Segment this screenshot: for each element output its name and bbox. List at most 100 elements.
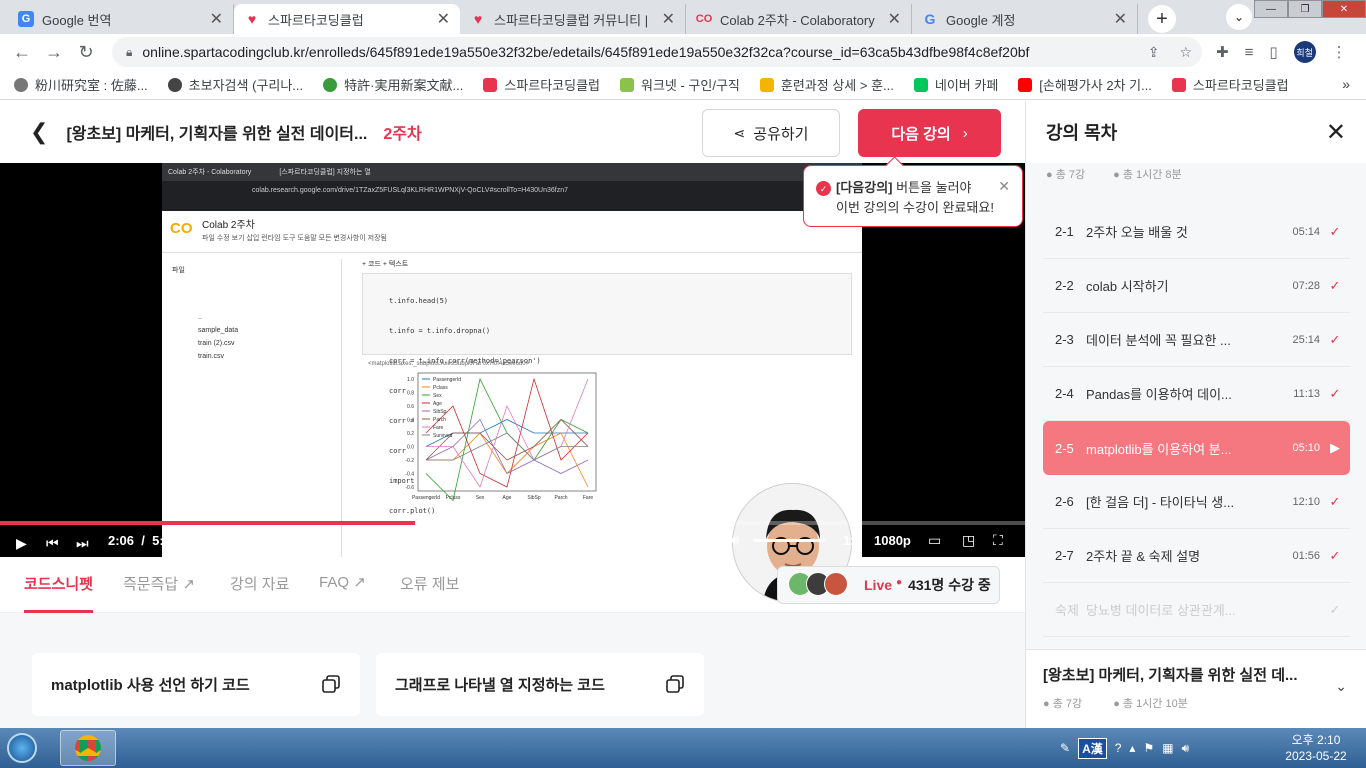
sparta-heart-icon: ♥	[247, 11, 257, 27]
flag-icon[interactable]: ⚑	[1143, 741, 1154, 755]
profile-avatar[interactable]: 희철	[1293, 41, 1316, 63]
taskbar-chrome[interactable]	[60, 730, 116, 766]
close-tab-icon[interactable]: ✕	[1114, 9, 1127, 29]
lesson-item[interactable]: 2-2 colab 시작하기 07:28 ✓	[1043, 259, 1350, 313]
extensions-puzzle-icon[interactable]: ✚	[1216, 43, 1229, 61]
close-tab-icon[interactable]: ✕	[437, 9, 450, 29]
code-cell: t.info.head(5) t.info = t.info.dropna() …	[362, 273, 852, 515]
tab-search-button[interactable]: ⌄	[1226, 4, 1252, 30]
bookmark-item[interactable]: 스파르타코딩클럽	[1171, 75, 1289, 94]
new-tab-button[interactable]: +	[1148, 5, 1176, 33]
tab-report-error[interactable]: 오류 제보	[400, 573, 459, 594]
lesson-name: colab 시작하기	[1086, 279, 1169, 294]
lesson-duration: 05:14	[1292, 225, 1320, 238]
pip-icon[interactable]: ◳	[962, 532, 975, 549]
bookmark-item[interactable]: 훈련과정 상세 > 훈...	[759, 75, 894, 94]
speaker-icon[interactable]: 🔊︎	[1182, 741, 1190, 756]
close-tooltip-icon[interactable]: ✕	[998, 176, 1010, 196]
video-controls: ▶ ⏮︎ ⏭︎ 2:06 / 5:11 🔊︎ 1x 1080p ▭ ◳ ⛶	[0, 521, 1025, 557]
colab-files-panel: 파일 .. sample_data train (2).csv train.cs…	[162, 259, 342, 557]
bookmark-item[interactable]: 네이버 카페	[913, 75, 998, 94]
close-tab-icon[interactable]: ✕	[662, 9, 675, 29]
play-icon[interactable]: ▶	[16, 535, 27, 552]
share-button[interactable]: ⋖ 공유하기	[702, 109, 840, 157]
bookmark-item[interactable]: 粉川研究室 : 佐藤...	[14, 75, 148, 94]
back-chevron-icon[interactable]: ❮	[30, 119, 48, 145]
tab-qna[interactable]: 즉문즉답 ↗	[123, 573, 195, 594]
lesson-item[interactable]: 숙제 당뇨병 데이터로 상관관계... ✓	[1043, 583, 1350, 637]
sparta-heart-icon	[1171, 77, 1186, 92]
playback-rate[interactable]: 1x	[843, 533, 857, 548]
start-button[interactable]	[0, 728, 44, 768]
help-icon[interactable]: ?	[1115, 741, 1122, 755]
volume-slider[interactable]	[754, 539, 826, 542]
snippet-card[interactable]: 그래프로 나타낼 열 지정하는 코드	[376, 653, 704, 716]
subtitles-icon[interactable]: ▭	[928, 532, 941, 549]
lesson-item[interactable]: 2-6 [한 걸음 더] - 타이타닉 생... 12:10 ✓	[1043, 475, 1350, 529]
lesson-item[interactable]: 2-7 2주차 끝 & 숙제 설명 01:56 ✓	[1043, 529, 1350, 583]
browser-tab-sparta-community[interactable]: ♥ 스파르타코딩클럽 커뮤니티 | ✕	[460, 4, 686, 34]
url-bar[interactable]: 🔒︎ online.spartacodingclub.kr/enrolleds/…	[112, 37, 1202, 67]
lesson-item[interactable]: 2-4 Pandas를 이용하여 데이... 11:13 ✓	[1043, 367, 1350, 421]
next-lecture-button[interactable]: 다음 강의 ›	[858, 109, 1001, 157]
browser-tab-google-account[interactable]: G Google 계정 ✕	[912, 4, 1138, 34]
legend-label: Survived	[433, 433, 453, 439]
share-page-icon[interactable]: ⇪	[1148, 44, 1160, 61]
next-course-section[interactable]: [왕초보] 마케터, 기획자를 위한 실전 데... ⌄ ● 총 7강 ● 총 …	[1026, 649, 1366, 728]
chevron-down-icon[interactable]: ⌄	[1335, 678, 1347, 695]
back-arrow-icon[interactable]: ←	[6, 42, 38, 63]
copy-icon[interactable]	[322, 675, 340, 693]
fullscreen-icon[interactable]: ⛶	[993, 532, 1003, 549]
google-translate-icon: G	[18, 11, 34, 27]
video-time: 2:06 / 5:11	[108, 533, 178, 548]
browser-tab-colab[interactable]: CO Colab 2주차 - Colaboratory ✕	[686, 4, 912, 34]
maximize-button[interactable]: ❐	[1288, 0, 1322, 18]
close-window-button[interactable]: ✕	[1322, 0, 1366, 18]
ime-settings-icon[interactable]: ✎	[1060, 741, 1070, 755]
browser-tab-sparta[interactable]: ♥ 스파르타코딩클럽 ✕	[234, 4, 460, 34]
bookmarks-bar: 粉川研究室 : 佐藤... 초보자검색 (구리나... 特許·実用新案文献...…	[0, 70, 1366, 100]
bookmark-item[interactable]: 워크넷 - 구인/구직	[620, 75, 740, 94]
bookmark-item[interactable]: 스파르타코딩클럽	[483, 75, 600, 94]
browser-tab-google-translate[interactable]: G Google 번역 ✕	[8, 4, 234, 34]
menu-dots-icon[interactable]: ⋮	[1332, 43, 1347, 61]
taskbar-clock[interactable]: 오후 2:10 2023-05-22	[1266, 732, 1366, 764]
forward-arrow-icon[interactable]: →	[38, 42, 70, 63]
colab-address: colab.research.google.com/drive/1TZaxZ5F…	[162, 181, 862, 199]
next-icon[interactable]: ⏭︎	[76, 535, 89, 552]
more-bookmarks-icon[interactable]: »	[1342, 76, 1350, 92]
copy-icon[interactable]	[666, 675, 684, 693]
snippet-card[interactable]: matplotlib 사용 선언 하기 코드	[32, 653, 360, 716]
tray-arrow-icon[interactable]: ▴	[1129, 741, 1135, 755]
volume-icon[interactable]: 🔊︎	[730, 532, 739, 549]
lesson-item[interactable]: 2-5 matplotlib를 이용하여 분... 05:10 ▶	[1043, 421, 1350, 475]
close-tab-icon[interactable]: ✕	[888, 9, 901, 29]
previous-icon[interactable]: ⏮︎	[46, 535, 59, 552]
quality-selector[interactable]: 1080p	[874, 533, 911, 548]
ime-indicator[interactable]: A漢	[1078, 737, 1107, 759]
lesson-item[interactable]: 2-1 2주차 오늘 배울 것 05:14 ✓	[1043, 205, 1350, 259]
tab-faq[interactable]: FAQ ↗	[319, 573, 366, 591]
lesson-name: Pandas를 이용하여 데이...	[1086, 387, 1232, 402]
network-icon[interactable]: ▦	[1162, 741, 1173, 755]
lesson-name: matplotlib를 이용하여 분...	[1086, 441, 1232, 457]
bookmark-item[interactable]: 초보자검색 (구리나...	[167, 75, 303, 94]
reload-icon[interactable]: ↻	[70, 42, 102, 63]
bookmark-item[interactable]: 特許·実用新案文献...	[323, 75, 463, 94]
lesson-item[interactable]: 2-3 데이터 분석에 꼭 필요한 ... 25:14 ✓	[1043, 313, 1350, 367]
live-viewers-badge: Live ● 431명 수강 중	[777, 566, 1000, 604]
windows-taskbar: ✎ A漢 ? ▴ ⚑ ▦ 🔊︎ 오후 2:10 2023-05-22	[0, 728, 1366, 768]
side-panel-icon[interactable]: ▯	[1269, 43, 1277, 61]
tab-materials[interactable]: 강의 자료	[230, 573, 289, 594]
url-text[interactable]: online.spartacodingclub.kr/enrolleds/645…	[142, 44, 1137, 60]
bookmark-item[interactable]: [손해평가사 2차 기...	[1018, 75, 1152, 94]
lesson-number: 2-5	[1055, 440, 1074, 456]
media-control-icon[interactable]: ≡	[1245, 44, 1254, 61]
tab-code-snippets[interactable]: 코드스니펫	[24, 573, 93, 594]
close-tab-icon[interactable]: ✕	[210, 9, 223, 29]
close-toc-icon[interactable]: ✕	[1326, 118, 1346, 147]
bookmark-star-icon[interactable]: ☆	[1179, 44, 1192, 61]
video-progress-bar[interactable]	[0, 521, 1025, 525]
x-tick-label: Age	[503, 495, 512, 501]
minimize-button[interactable]: —	[1254, 0, 1288, 18]
